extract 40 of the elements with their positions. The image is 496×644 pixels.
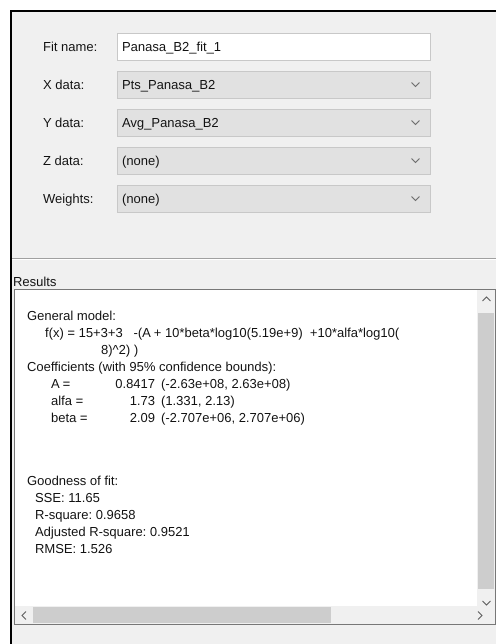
coefficient-name: alfa = <box>51 392 84 409</box>
results-text: General model: <box>27 307 117 324</box>
dropdown[interactable]: Pts_Panasa_B2 <box>117 71 431 99</box>
results-text: Adjusted R-square: 0.9521 <box>35 523 191 540</box>
panel-title: Results <box>13 274 56 289</box>
chevron-icon <box>411 82 420 88</box>
scroll-thumb[interactable] <box>33 607 331 623</box>
coefficient-bounds: (1.331, 2.13) <box>161 392 235 409</box>
coefficient-value: 2.09 <box>128 409 155 426</box>
vertical-scrollbar[interactable] <box>477 290 495 624</box>
dropdown[interactable]: (none) <box>117 147 431 175</box>
text-field[interactable]: Panasa_B2_fit_1 <box>117 33 431 61</box>
chevron-icon <box>411 158 420 164</box>
chevron-icon <box>411 120 420 126</box>
coefficient-value: 1.73 <box>128 392 155 409</box>
scroll-thumb[interactable] <box>478 313 494 589</box>
coefficient-name: A = <box>51 375 72 392</box>
field-label: Z data: <box>42 152 84 170</box>
results-text: SSE: 11.65 <box>35 489 101 506</box>
scroll-up-icon[interactable] <box>482 296 490 302</box>
scroll-left-icon[interactable] <box>21 610 27 620</box>
results-text: Coefficients (with 95% confidence bounds): <box>27 358 278 375</box>
coefficient-name: beta = <box>51 409 89 426</box>
dropdown[interactable]: (none) <box>117 185 431 213</box>
results-text: f(x) = 15+3+3 -(A + 10*beta*log10(5.19e+9) +10*alfa*log10( <box>45 324 400 341</box>
coefficient-value: 0.8417 <box>114 375 155 392</box>
coefficient-bounds: (-2.707e+06, 2.707e+06) <box>161 409 305 426</box>
field-label: Weights: <box>42 190 94 208</box>
results-text: 8)^2) ) <box>101 341 140 358</box>
field-label: Y data: <box>42 114 85 132</box>
dropdown[interactable]: Avg_Panasa_B2 <box>117 109 431 137</box>
chevron-icon <box>411 196 420 202</box>
field-label: Fit name: <box>42 38 98 56</box>
results-text: RMSE: 1.526 <box>35 540 114 557</box>
results-text: Goodness of fit: <box>27 472 120 489</box>
results-text: R-square: 0.9658 <box>35 506 136 523</box>
scroll-down-icon[interactable] <box>482 600 490 606</box>
scroll-right-icon[interactable] <box>477 610 483 620</box>
field-label: X data: <box>42 76 86 94</box>
coefficient-bounds: (-2.63e+08, 2.63e+08) <box>161 375 290 392</box>
